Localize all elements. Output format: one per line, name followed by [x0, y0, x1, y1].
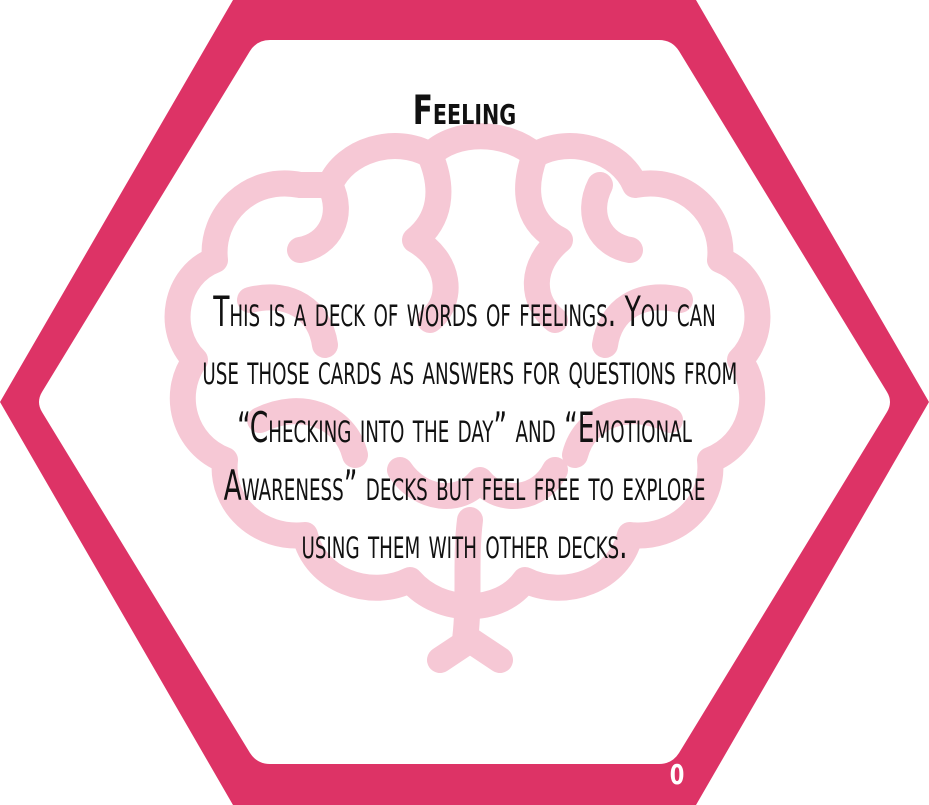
card-description: This is a deck of words of feelings. You…	[202, 283, 738, 573]
card-number: 0	[669, 758, 685, 791]
description-line: use those cards as answers for questions…	[202, 345, 738, 394]
description-line: using them with other decks.	[301, 519, 628, 568]
feeling-card: Feeling This is a deck of words of feeli…	[0, 0, 929, 805]
description-line: This is a deck of words of feelings. You…	[213, 287, 716, 336]
description-line: “Checking into the day” and “Emotional	[237, 403, 692, 452]
card-title: Feeling	[412, 88, 517, 134]
description-line: Awareness” decks but feel free to explor…	[223, 461, 706, 510]
